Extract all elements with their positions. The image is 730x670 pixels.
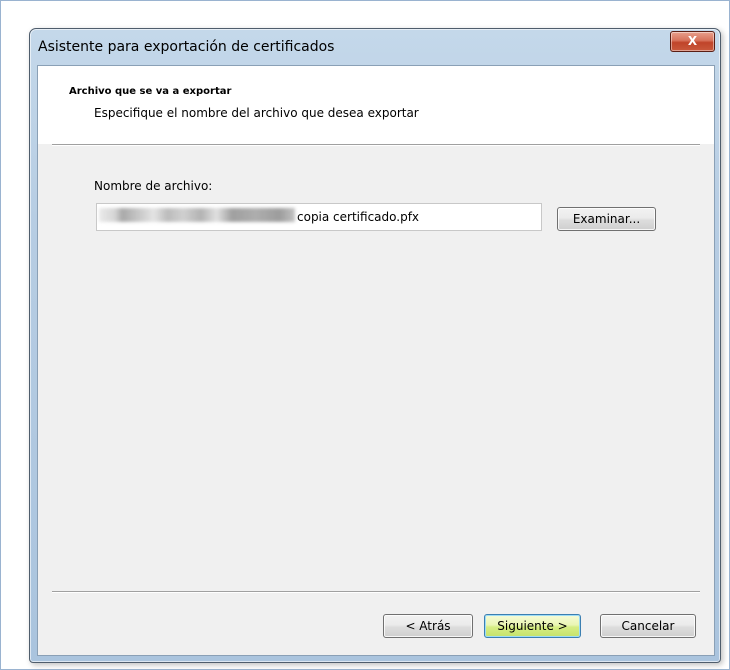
back-button[interactable]: < Atrás	[383, 614, 473, 638]
header-divider	[52, 144, 700, 146]
close-icon: X	[687, 34, 698, 48]
wizard-client-area: Archivo que se va a exportar Especifique…	[37, 65, 715, 656]
page-subtitle: Especifique el nombre del archivo que de…	[94, 106, 419, 120]
redacted-path	[99, 208, 295, 222]
cancel-button[interactable]: Cancelar	[600, 614, 696, 638]
titlebar[interactable]: Asistente para exportación de certificad…	[30, 29, 720, 65]
export-wizard-window: Asistente para exportación de certificad…	[29, 28, 721, 663]
screenshot-frame: Asistente para exportación de certificad…	[0, 0, 730, 670]
page-title: Archivo que se va a exportar	[69, 86, 232, 97]
next-button[interactable]: Siguiente >	[484, 614, 581, 638]
close-button[interactable]: X	[670, 31, 715, 52]
file-name-label: Nombre de archivo:	[94, 179, 213, 193]
browse-button[interactable]: Examinar...	[557, 207, 656, 231]
wizard-header: Archivo que se va a exportar Especifique…	[38, 66, 714, 144]
window-title: Asistente para exportación de certificad…	[38, 39, 335, 55]
footer-divider	[52, 591, 700, 593]
